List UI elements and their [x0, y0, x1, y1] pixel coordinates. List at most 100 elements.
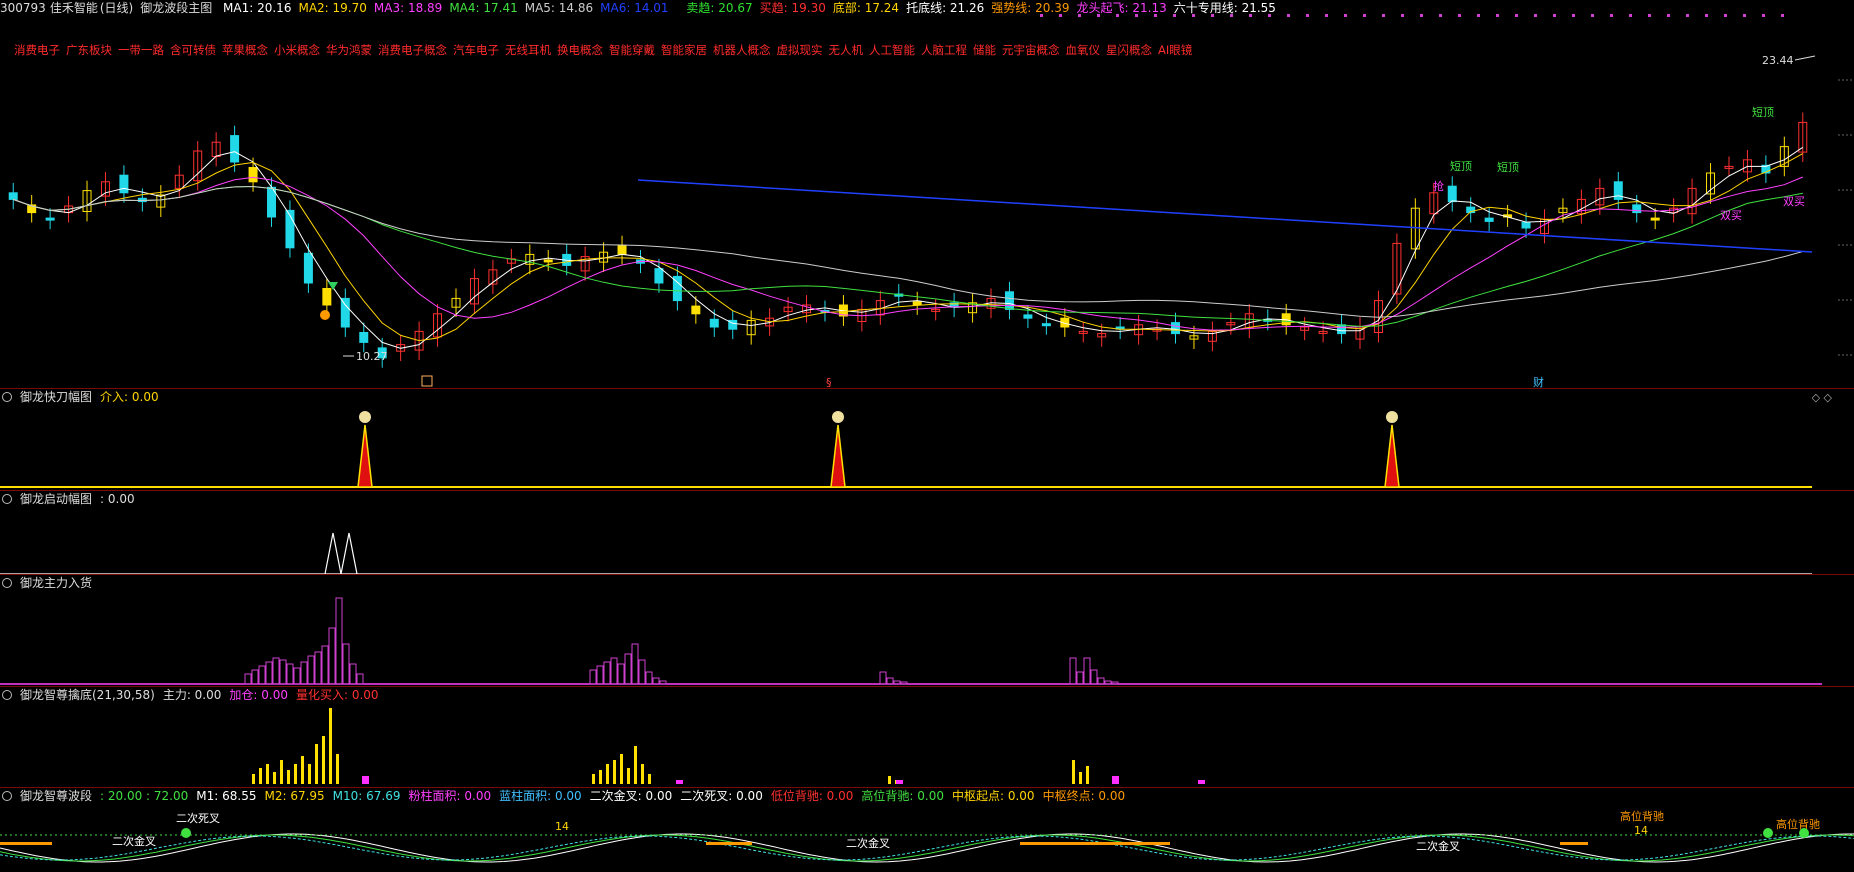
- inflow-bar: [617, 663, 625, 685]
- gear-icon[interactable]: [2, 392, 12, 402]
- panel-qindi-title: 御龙智尊擒底(21,30,58) 主力: 0.00 加仓: 0.00 量化买入: 0.…: [2, 687, 395, 703]
- bottom-bar: [252, 774, 255, 784]
- candle-body[interactable]: [1171, 322, 1181, 335]
- panel-title: 御龙主力入货: [20, 576, 93, 590]
- candle-body[interactable]: [1632, 204, 1642, 214]
- gear-icon[interactable]: [2, 578, 12, 588]
- top-signal-dot: [1382, 14, 1385, 17]
- bottom-bar: [322, 736, 325, 784]
- candle-body[interactable]: [230, 135, 240, 163]
- panel-value: M10: 67.69: [332, 789, 401, 803]
- panel-title: 御龙启动幅图: [20, 492, 93, 506]
- chart-tag: 双买: [1720, 209, 1742, 222]
- spike-bar: [357, 424, 373, 488]
- add-bar: [1112, 776, 1119, 784]
- inflow-bar: [1104, 680, 1112, 685]
- top-signal-dot: [1534, 14, 1537, 17]
- ma-line: [13, 146, 1804, 349]
- top-signal-dot: [1249, 14, 1252, 17]
- inflow-bar: [328, 627, 336, 685]
- panel-items: 介入: 0.00: [100, 390, 167, 404]
- ma-line: [13, 185, 1803, 327]
- candle-body[interactable]: [691, 305, 701, 315]
- bottom-bar: [592, 774, 595, 784]
- ma6-line: [637, 179, 1813, 253]
- top-signal-dot: [1078, 14, 1081, 17]
- event-box-icon[interactable]: [421, 375, 433, 387]
- panel-qidong[interactable]: 御龙启动幅图: 0.00: [0, 491, 1854, 574]
- inflow-bar: [1076, 671, 1084, 685]
- inflow-bar: [272, 657, 280, 685]
- osc-tag: 二次金叉: [846, 836, 890, 850]
- candle-body[interactable]: [45, 217, 55, 221]
- candle-body[interactable]: [1447, 185, 1457, 203]
- panel-arrows[interactable]: ◇ ◇: [1812, 391, 1832, 404]
- candle-body[interactable]: [322, 288, 332, 306]
- candle-body[interactable]: [119, 174, 129, 194]
- candle-body[interactable]: [340, 297, 350, 328]
- inflow-bar: [356, 673, 364, 685]
- top-signal-dot: [1363, 14, 1366, 17]
- candle-body[interactable]: [1337, 324, 1347, 335]
- panel-kuaidao[interactable]: 御龙快刀幅图 介入: 0.00 ◇ ◇: [0, 389, 1854, 490]
- inflow-bar: [265, 661, 273, 685]
- panel-title: 御龙快刀幅图: [20, 390, 93, 404]
- bottom-bar: [294, 764, 297, 784]
- inflow-bar: [1097, 677, 1105, 685]
- low-price-label: 10.27: [356, 350, 388, 363]
- pivot-segment: [1560, 842, 1588, 845]
- gear-icon[interactable]: [2, 690, 12, 700]
- price-chart[interactable]: 23.4410.27短顶 短顶短顶抢双买双买§ 财: [0, 0, 1854, 388]
- candle-body[interactable]: [248, 167, 258, 183]
- candle-body[interactable]: [1023, 314, 1033, 319]
- candle-body[interactable]: [1484, 217, 1494, 222]
- candle-body[interactable]: [912, 301, 922, 306]
- candle-body[interactable]: [1004, 291, 1014, 310]
- bottom-bar: [627, 768, 630, 784]
- candle-body[interactable]: [543, 259, 553, 263]
- candle-body[interactable]: [1041, 323, 1051, 327]
- top-signal-dot: [1230, 14, 1233, 17]
- top-signal-dot: [1762, 14, 1765, 17]
- candle-body[interactable]: [709, 318, 719, 328]
- panel-title: 御龙智尊波段: [20, 789, 93, 803]
- top-signal-dot: [1781, 14, 1784, 17]
- candle-body[interactable]: [617, 245, 627, 255]
- candle-body[interactable]: [654, 268, 664, 284]
- inflow-bar: [645, 671, 653, 685]
- gear-icon[interactable]: [2, 494, 12, 504]
- bottom-bar: [1072, 760, 1075, 784]
- ma-line: [13, 176, 1803, 331]
- inflow-bar: [610, 657, 618, 685]
- candle-body[interactable]: [359, 332, 369, 343]
- panel-zhuli[interactable]: 御龙主力入货: [0, 575, 1854, 686]
- signal-face-icon: [1799, 828, 1809, 838]
- candle-body[interactable]: [1650, 217, 1660, 221]
- inflow-bar: [314, 651, 322, 685]
- top-signal-dot: [1306, 14, 1309, 17]
- top-signal-dot: [1135, 14, 1138, 17]
- inflow-bar: [251, 669, 259, 685]
- panel-boduan[interactable]: 二次死叉 二次金叉 二次金叉 二次金叉 高位背驰 高位背驰 14 14 御龙智尊波段: 20.…: [0, 788, 1854, 872]
- top-signal-dot: [1097, 14, 1100, 17]
- spike-bar: [1384, 424, 1400, 488]
- bottom-bar: [287, 770, 290, 784]
- gear-icon[interactable]: [2, 791, 12, 801]
- main-chart-panel[interactable]: 300793 佳禾智能 (日线) 御龙波段主图 MA1: 20.16 MA2: 19.7…: [0, 0, 1854, 388]
- candle-body[interactable]: [8, 192, 18, 200]
- bottom-bar: [641, 764, 644, 784]
- money-bag-icon: [359, 411, 371, 423]
- panel-qindi[interactable]: 御龙智尊擒底(21,30,58) 主力: 0.00 加仓: 0.00 量化买入: 0.…: [0, 687, 1854, 787]
- bottom-bar: [620, 754, 623, 784]
- panel-value: 中枢终点: 0.00: [1042, 789, 1126, 803]
- panel-value: 粉柱面积: 0.00: [408, 789, 492, 803]
- panel-title: 御龙智尊擒底(21,30,58): [20, 688, 155, 702]
- candle-body[interactable]: [1521, 222, 1531, 229]
- candle-body[interactable]: [303, 252, 313, 284]
- osc-line: [0, 833, 1854, 863]
- panel-value: 主力: 0.00: [162, 688, 222, 702]
- top-signal-dot: [1553, 14, 1556, 17]
- top-signal-dot: [1344, 14, 1347, 17]
- bottom-bar: [259, 768, 262, 784]
- panel-value: 二次死叉: 0.00: [680, 789, 763, 803]
